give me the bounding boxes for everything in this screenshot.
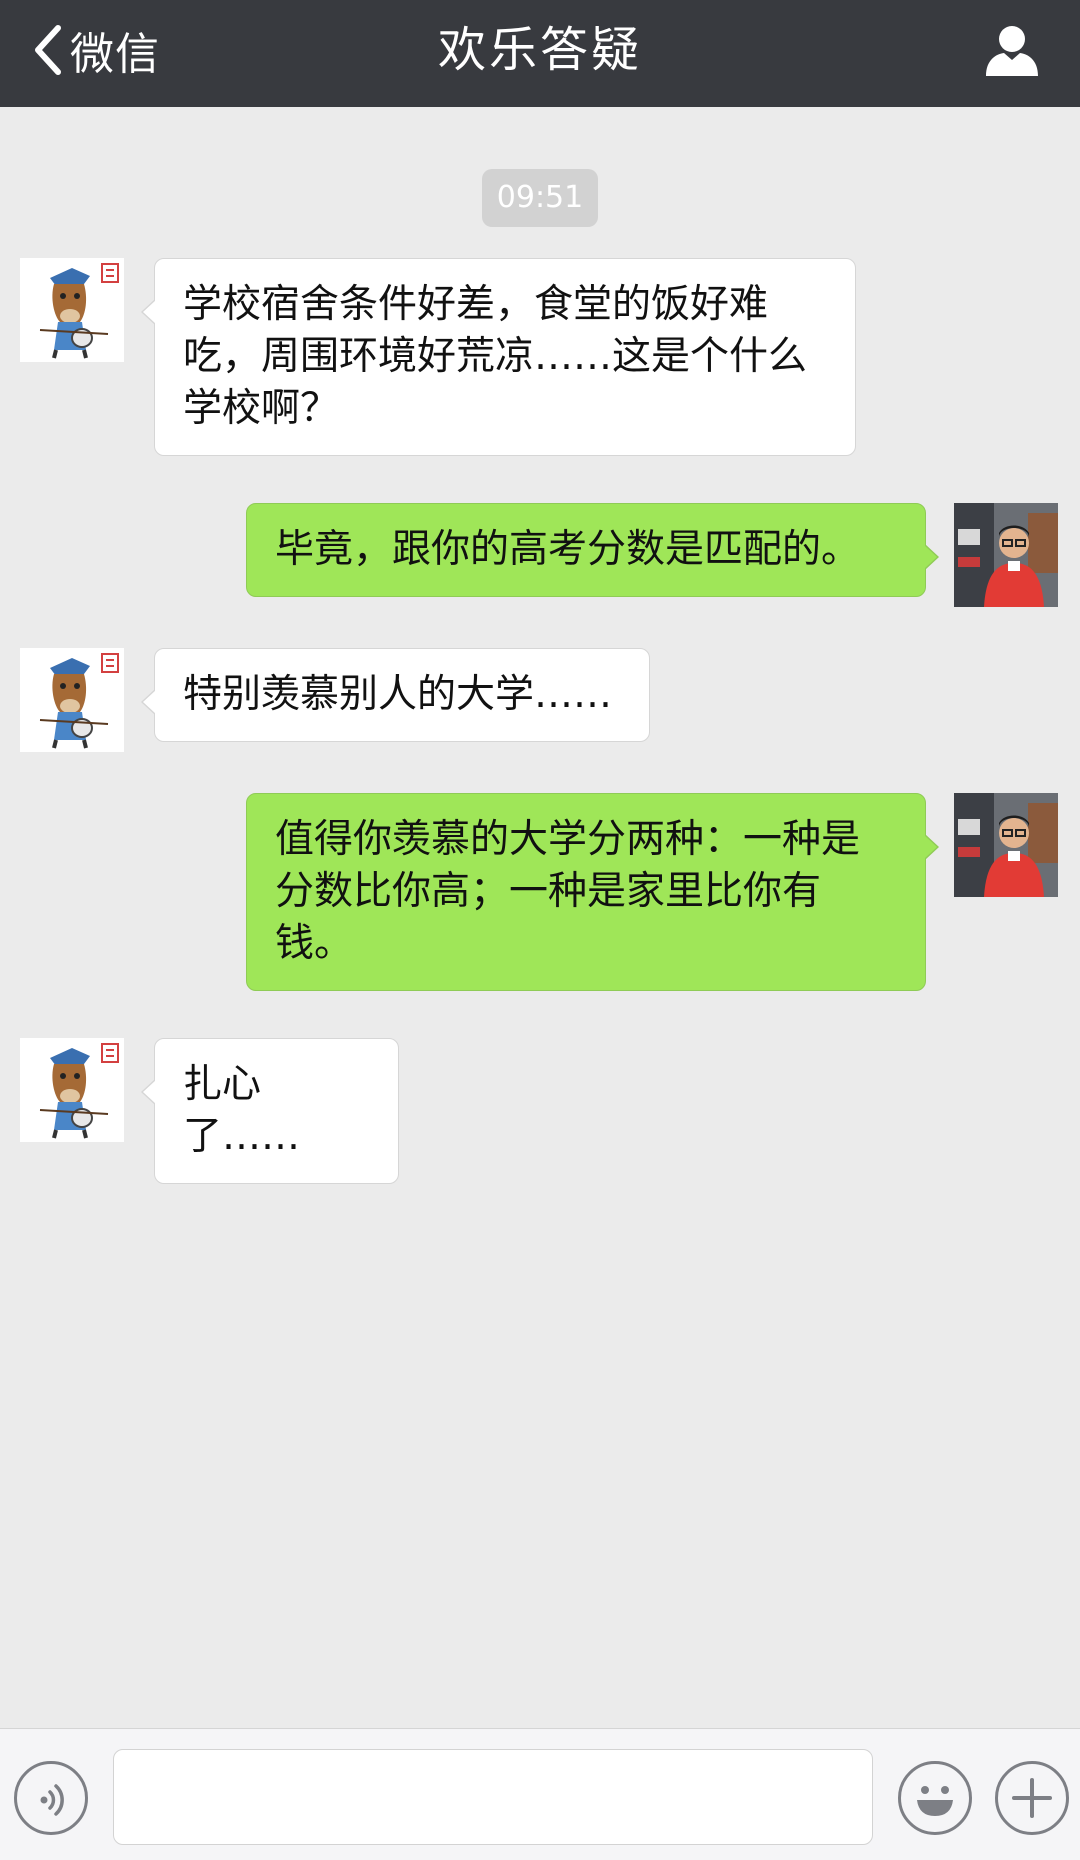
nav-header: 微信 欢乐答疑 [0, 0, 1080, 107]
chat-title: 欢乐答疑 [437, 22, 642, 78]
chevron-left-icon [32, 24, 62, 76]
contact-avatar[interactable] [20, 1038, 124, 1142]
incoming-message[interactable]: 学校宿舍条件好差，食堂的饭好难吃，周围环境好荒凉……这是个什么学校啊？ [141, 258, 856, 456]
back-button[interactable]: 微信 [32, 0, 160, 100]
voice-button[interactable] [14, 1761, 88, 1835]
message-timestamp: 09:51 [482, 169, 598, 227]
back-label: 微信 [70, 29, 160, 80]
emoji-button[interactable] [898, 1761, 972, 1835]
user-icon [984, 26, 1040, 82]
chat-info-button[interactable] [984, 22, 1040, 78]
more-button[interactable] [995, 1761, 1069, 1835]
my-avatar[interactable] [954, 793, 1058, 897]
incoming-message[interactable]: 特别羡慕别人的大学…… [141, 648, 650, 742]
outgoing-message[interactable]: 毕竟，跟你的高考分数是匹配的。 [246, 503, 939, 597]
message-input-bar [0, 1728, 1080, 1860]
incoming-message[interactable]: 扎心了…… [141, 1038, 399, 1184]
message-input[interactable] [113, 1749, 873, 1845]
contact-avatar[interactable] [20, 648, 124, 752]
contact-avatar[interactable] [20, 258, 124, 362]
outgoing-message[interactable]: 值得你羡慕的大学分两种：一种是分数比你高；一种是家里比你有钱。 [246, 793, 939, 991]
my-avatar[interactable] [954, 503, 1058, 607]
